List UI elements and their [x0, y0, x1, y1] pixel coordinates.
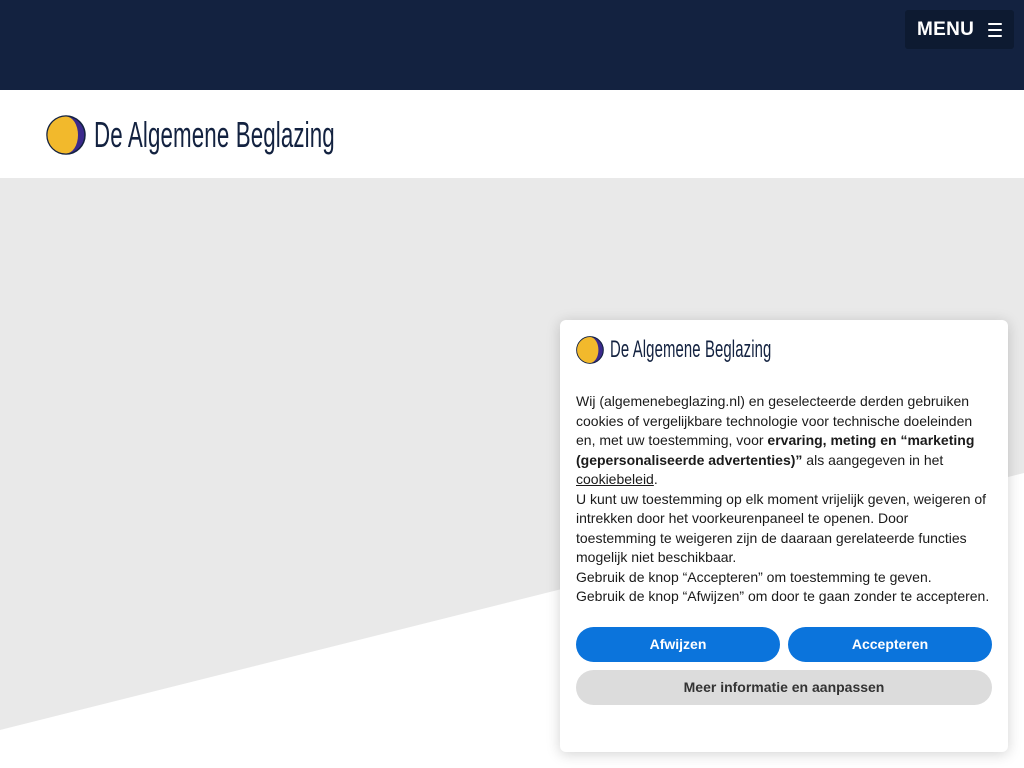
- cookie-paragraph-4: Gebruik de knop “Afwijzen” om door te ga…: [576, 588, 990, 604]
- cookie-paragraph-3: Gebruik de knop “Accepteren” om toestemm…: [576, 568, 932, 585]
- cookie-intro-paragraph: Wij (algemenebeglazing.nl) en geselectee…: [576, 393, 975, 487]
- hamburger-icon: [988, 22, 1002, 37]
- cookie-policy-link[interactable]: cookiebeleid: [576, 471, 654, 487]
- reject-button[interactable]: Afwijzen: [576, 626, 780, 662]
- cookie-dialog-logo: De Algemene Beglazing: [576, 336, 992, 364]
- site-header: De Algemene Beglazing: [0, 90, 1024, 178]
- top-bar: MENU: [0, 0, 1024, 90]
- menu-label: MENU: [917, 18, 975, 40]
- accept-button[interactable]: Accepteren: [788, 626, 992, 662]
- cookie-dialog-text: Wij (algemenebeglazing.nl) en geselectee…: [576, 392, 992, 607]
- cookie-paragraph-2: U kunt uw toestemming op elk moment vrij…: [576, 490, 987, 566]
- menu-button[interactable]: MENU: [905, 10, 1014, 49]
- site-logo[interactable]: De Algemene Beglazing: [46, 114, 482, 156]
- moon-logo-icon: [576, 336, 604, 364]
- site-logo-text: De Algemene Beglazing: [94, 114, 335, 155]
- cookie-button-row: Afwijzen Accepteren: [576, 626, 992, 662]
- more-info-button[interactable]: Meer informatie en aanpassen: [576, 669, 992, 705]
- cookie-dialog-logo-text: De Algemene Beglazing: [610, 336, 772, 363]
- moon-logo-icon: [46, 115, 86, 155]
- cookie-consent-dialog: De Algemene Beglazing Wij (algemenebegla…: [560, 320, 1008, 752]
